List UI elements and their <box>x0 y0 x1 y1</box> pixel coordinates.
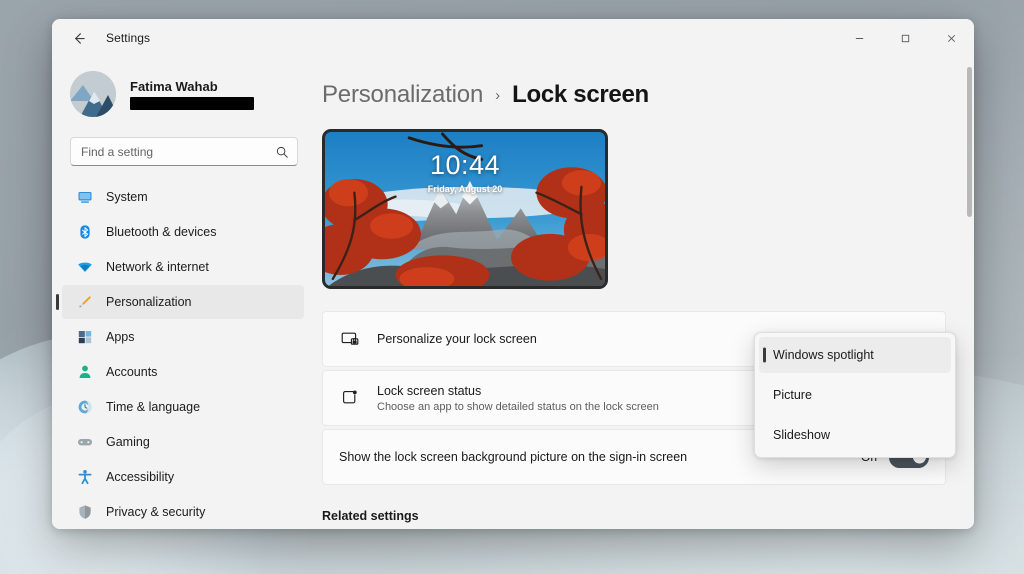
status-badge-icon <box>339 387 361 409</box>
sidebar-item-personalization[interactable]: Personalization <box>62 285 304 319</box>
sidebar-item-system[interactable]: System <box>62 180 304 214</box>
paintbrush-icon <box>76 294 93 311</box>
back-arrow-icon[interactable] <box>62 22 94 54</box>
dropdown-option-slideshow[interactable]: Slideshow <box>759 417 951 453</box>
sidebar-item-accessibility[interactable]: Accessibility <box>62 460 304 494</box>
sidebar-item-privacy-security[interactable]: Privacy & security <box>62 495 304 529</box>
sidebar-item-network-internet[interactable]: Network & internet <box>62 250 304 284</box>
user-profile[interactable]: Fatima Wahab <box>62 63 304 127</box>
wifi-icon <box>76 259 93 276</box>
dropdown-option-windows-spotlight[interactable]: Windows spotlight <box>759 337 951 373</box>
scrollbar-thumb[interactable] <box>967 67 972 217</box>
window-controls <box>836 19 974 57</box>
dropdown-option-label: Slideshow <box>773 428 830 442</box>
bluetooth-icon <box>76 224 93 241</box>
sidebar: Fatima Wahab Find a setting System Bluet… <box>52 57 314 529</box>
search-box[interactable] <box>70 137 298 166</box>
dropdown-option-label: Picture <box>773 388 812 402</box>
profile-text: Fatima Wahab <box>130 79 254 110</box>
sidebar-item-apps[interactable]: Apps <box>62 320 304 354</box>
minimize-button[interactable] <box>836 19 882 57</box>
close-button[interactable] <box>928 19 974 57</box>
breadcrumb-parent[interactable]: Personalization <box>322 81 483 109</box>
maximize-button[interactable] <box>882 19 928 57</box>
apps-icon <box>76 329 93 346</box>
background-type-dropdown: Windows spotlight Picture Slideshow <box>754 332 956 458</box>
sidebar-item-label: Network & internet <box>106 260 209 274</box>
sidebar-item-label: Time & language <box>106 400 201 414</box>
page-title: Lock screen <box>512 81 649 108</box>
sidebar-item-time-language[interactable]: Time & language <box>62 390 304 424</box>
person-icon <box>76 364 93 381</box>
sidebar-item-label: Gaming <box>106 435 150 449</box>
sidebar-item-label: Personalization <box>106 295 192 309</box>
sidebar-item-label: Apps <box>106 330 135 344</box>
chevron-right-icon: › <box>495 86 501 104</box>
accessibility-icon <box>76 469 93 486</box>
clock-globe-icon <box>76 399 93 416</box>
settings-window: Settings Fatima Wahab Find a setting Sys… <box>52 19 974 529</box>
profile-email-redacted <box>130 96 254 110</box>
sidebar-item-label: Accessibility <box>106 470 175 484</box>
title-bar: Settings <box>52 19 974 57</box>
sidebar-nav: System Bluetooth & devices Network & int… <box>62 180 304 529</box>
content-scrollbar[interactable] <box>967 67 972 529</box>
related-settings-heading: Related settings <box>322 509 419 523</box>
sidebar-item-accounts[interactable]: Accounts <box>62 355 304 389</box>
main-content: Personalization › Lock screen 10:44 Frid… <box>314 57 974 529</box>
sidebar-item-label: System <box>106 190 148 204</box>
lock-screen-preview: 10:44 Friday, August 20 <box>322 129 608 289</box>
preview-clock: 10:44 <box>429 150 501 180</box>
window-body: Fatima Wahab Find a setting System Bluet… <box>52 57 974 529</box>
shield-icon <box>76 504 93 521</box>
monitor-icon <box>76 189 93 206</box>
breadcrumb: Personalization › Lock screen <box>322 81 974 109</box>
lock-screen-icon <box>339 328 361 350</box>
sidebar-item-bluetooth-devices[interactable]: Bluetooth & devices <box>62 215 304 249</box>
sidebar-item-gaming[interactable]: Gaming <box>62 425 304 459</box>
profile-name: Fatima Wahab <box>130 78 218 94</box>
dropdown-option-label: Windows spotlight <box>773 348 874 362</box>
search-input[interactable] <box>70 137 298 166</box>
dropdown-option-picture[interactable]: Picture <box>759 377 951 413</box>
avatar <box>70 71 116 117</box>
sidebar-item-label: Privacy & security <box>106 505 206 519</box>
window-title: Settings <box>106 31 151 45</box>
desktop-background: Settings Fatima Wahab Find a setting Sys… <box>0 0 1024 574</box>
sidebar-item-label: Accounts <box>106 365 158 379</box>
search-icon <box>275 145 289 159</box>
gamepad-icon <box>76 434 93 451</box>
sidebar-item-label: Bluetooth & devices <box>106 225 217 239</box>
preview-date: Friday, August 20 <box>427 184 503 194</box>
